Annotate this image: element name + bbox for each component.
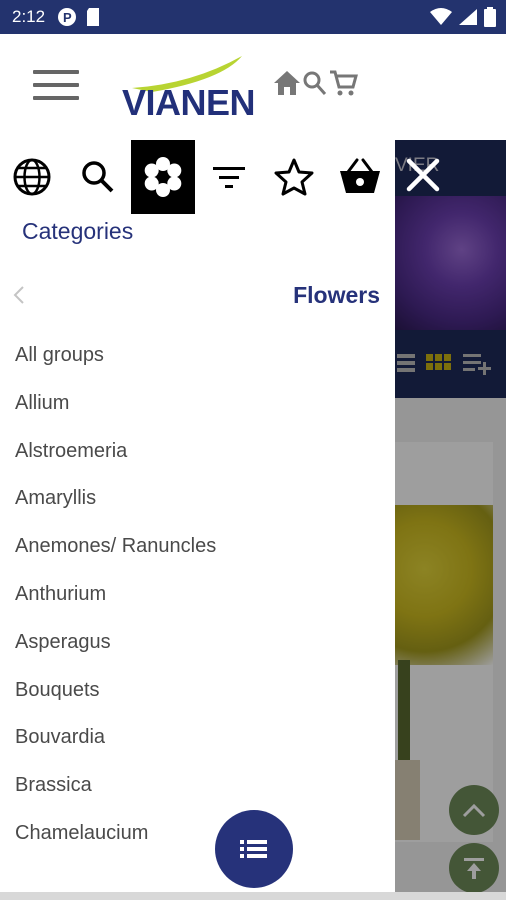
category-list: All groups Allium Alstroemeria Amaryllis… (15, 337, 216, 863)
list-item[interactable]: Alstroemeria (15, 433, 216, 481)
categories-button[interactable] (131, 140, 195, 214)
basket-button[interactable] (328, 140, 392, 214)
star-icon (274, 158, 314, 196)
list-item[interactable]: Bouquets (15, 672, 216, 720)
cart-icon[interactable] (328, 68, 358, 103)
search-icon (82, 161, 114, 193)
battery-icon (484, 7, 496, 32)
signal-icon (458, 8, 478, 31)
section-title: Flowers (293, 282, 380, 308)
list-item[interactable]: Asperagus (15, 624, 216, 672)
drawer-toolbar (0, 140, 395, 214)
list-item[interactable]: All groups (15, 337, 216, 385)
list-item[interactable]: Chamelaucium (15, 815, 216, 863)
favorites-button[interactable] (262, 140, 326, 214)
globe-icon (13, 158, 51, 196)
search-button[interactable] (66, 140, 130, 214)
bottom-edge (0, 892, 506, 900)
status-time: 2:12 (12, 7, 46, 26)
close-drawer-button[interactable] (403, 155, 443, 195)
sd-card-icon (85, 7, 101, 27)
status-right-icons (430, 7, 496, 32)
filter-button[interactable] (197, 140, 261, 214)
svg-text:P: P (63, 10, 72, 25)
header-icons (272, 68, 358, 103)
menu-icon[interactable] (33, 70, 79, 104)
list-item[interactable]: Anthurium (15, 576, 216, 624)
categories-label: Categories (22, 218, 134, 244)
list-item[interactable]: Anemones/ Ranuncles (15, 528, 216, 576)
wifi-icon (430, 8, 452, 31)
language-button[interactable] (0, 140, 64, 214)
list-item[interactable]: Allium (15, 385, 216, 433)
home-icon[interactable] (272, 69, 302, 102)
flower-icon (144, 157, 182, 197)
app-header: VIANEN (0, 34, 506, 140)
navigation-drawer: Categories Flowers All groups Allium Als… (0, 140, 395, 900)
list-item[interactable]: Brassica (15, 767, 216, 815)
p-badge-icon: P (57, 7, 77, 27)
search-icon[interactable] (302, 69, 328, 102)
vianen-logo[interactable]: VIANEN (122, 54, 274, 124)
basket-icon (340, 158, 380, 193)
close-icon (406, 158, 440, 192)
list-fab-button[interactable] (215, 810, 293, 888)
list-item[interactable]: Bouvardia (15, 719, 216, 767)
list-icon (240, 840, 267, 858)
list-item[interactable]: Amaryllis (15, 480, 216, 528)
status-bar: 2:12 P (0, 0, 506, 34)
back-button[interactable] (12, 285, 26, 310)
logo-text: VIANEN (122, 82, 256, 123)
filter-icon (213, 167, 245, 188)
chevron-left-icon (13, 286, 24, 304)
